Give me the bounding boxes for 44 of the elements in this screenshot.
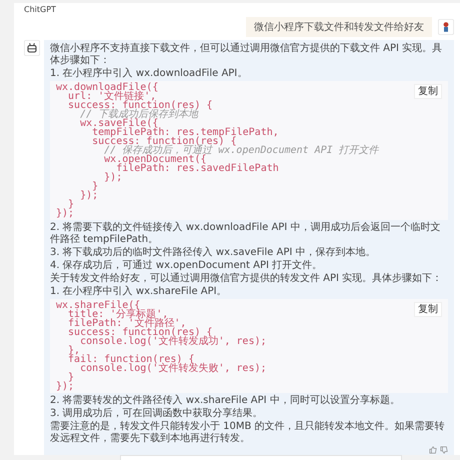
- code-line: success: function(res) {: [67, 328, 213, 337]
- code-line: });: [79, 191, 98, 200]
- app-title: ChitGPT: [24, 5, 57, 14]
- code-line: });: [56, 209, 74, 218]
- code-line: wx.openDocument({: [103, 155, 207, 164]
- code-line: title: '分享标题',: [68, 310, 168, 319]
- reply-paragraph: 3. 将下载成功后的临时文件路径传入 wx.saveFile API 中，保存到本地。: [50, 247, 376, 259]
- reply-paragraph: 微信小程序不支持直接下载文件，但可以通过调用微信官方提供的下载文件 API 实现。具体步骤如下：: [50, 43, 444, 67]
- user-avatar-icon: [438, 19, 454, 35]
- code-line: console.log('文件转发失败', res);: [79, 364, 267, 373]
- reply-paragraph: 4. 保存成功后，可通过 wx.openDocument API 打开文件。: [50, 260, 324, 272]
- reply-paragraph: 1. 在小程序中引入 wx.shareFile API。: [50, 286, 228, 298]
- code-line: wx.shareFile({: [56, 301, 140, 310]
- code-line: wx.saveFile({: [79, 119, 158, 128]
- code-line: });: [56, 382, 74, 391]
- code-line: }: [92, 182, 98, 191]
- code-line: });: [103, 173, 122, 182]
- thumbs-down-icon[interactable]: [440, 446, 448, 454]
- code-line: tempFilePath: res.tempFilePath,: [92, 128, 279, 137]
- code-comment: // 下载成功后保存到本地: [79, 110, 198, 119]
- code-line: wx.downloadFile({: [56, 83, 158, 92]
- thumbs-up-icon[interactable]: [429, 446, 437, 454]
- code-line: console.log('文件转发成功', res);: [79, 337, 267, 346]
- code-comment: // 保存成功后，可通过 wx.openDocument API 打开文件: [103, 146, 379, 155]
- code-line: fail: function(res) {: [67, 355, 194, 364]
- code-line: filePath: res.savedFilePath: [116, 164, 279, 173]
- code-line: success: function(res) {: [91, 137, 237, 146]
- reply-paragraph: 需要注意的是，转发文件只能转发小于 10MB 的文件，且只能转发本地文件。如果需要转发远程文件，需要先下载到本地再进行转发。: [50, 421, 446, 445]
- code-line: filePath: '文件路径',: [67, 319, 186, 328]
- reply-paragraph: 2. 将需要转发的文件路径传入 wx.shareFile API 中，同时可以设置分享标题。: [50, 395, 401, 407]
- code-line: url: '文件链接',: [68, 92, 156, 101]
- reply-paragraph: 3. 调用成功后，可在回调函数中获取分享结果。: [50, 408, 264, 420]
- robot-icon: [24, 40, 40, 56]
- reply-paragraph: 2. 将需要下载的文件链接传入 wx.downloadFile API 中，调用成功后会返回一个临时文件路径 tempFilePath。: [50, 222, 442, 246]
- reply-paragraph: 关于转发文件给好友，可以通过调用微信官方提供的转发文件 API 实现。具体步骤如下：: [50, 273, 444, 285]
- copy-button[interactable]: 复制: [414, 84, 442, 99]
- code-line: }: [68, 200, 74, 209]
- user-message: 微信小程序下载文件和转发文件给好友: [246, 17, 432, 37]
- code-line: success: function(res) {: [67, 101, 213, 110]
- code-line: }: [68, 373, 74, 382]
- reply-paragraph: 1. 在小程序中引入 wx.downloadFile API。: [50, 68, 248, 80]
- copy-button[interactable]: 复制: [414, 302, 442, 317]
- input-field[interactable]: [120, 455, 402, 460]
- code-line: },: [67, 346, 80, 355]
